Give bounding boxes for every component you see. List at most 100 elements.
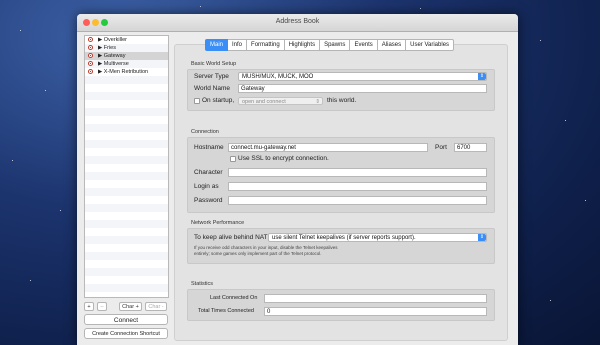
statistics-heading: Statistics [191,281,214,287]
empty-row [85,260,168,268]
server-type-select[interactable]: MUSH/MUX, MUCK, MOO ⇕ [238,72,487,81]
this-world-label: this world. [327,97,357,104]
empty-row [85,100,168,108]
disconnected-icon [88,61,93,66]
settings-panel: Basic World Setup Server Type MUSH/MUX, … [174,44,508,341]
port-field[interactable]: 6700 [454,143,487,152]
tab-user-variables[interactable]: User Variables [406,39,455,51]
world-list[interactable]: ▶ Overkiller ▶ Fries ▶ Gateway ▶ Multive… [84,35,169,298]
empty-row [85,156,168,164]
world-list-item[interactable]: ▶ X-Men Retribution [85,68,168,76]
world-name: ▶ Gateway [98,53,126,59]
title-bar: Address Book [77,14,518,32]
total-times-value: 0 [264,307,487,316]
tab-main[interactable]: Main [205,39,229,51]
updown-chevron-icon: ⇕ [478,73,486,80]
character-label: Character [194,169,223,176]
login-as-label: Login as [194,183,219,190]
keepalive-select[interactable]: use silent Telnet keepalives (if server … [268,233,487,242]
world-list-buttons: + – Char + Char - [84,302,168,312]
on-startup-checkbox[interactable] [194,98,200,104]
world-list-item[interactable]: ▶ Overkiller [85,36,168,44]
tab-spawns[interactable]: Spawns [320,39,351,51]
empty-row [85,268,168,276]
disconnected-icon [88,53,93,58]
basic-world-setup-heading: Basic World Setup [191,61,237,67]
use-ssl-checkbox[interactable] [230,156,236,162]
network-performance-group: To keep alive behind NAT use silent Teln… [187,228,495,264]
world-name: ▶ Overkiller [98,37,127,43]
hostname-field[interactable]: connect.mu-gateway.net [228,143,428,152]
keepalive-value: use silent Telnet keepalives (if server … [272,235,416,241]
connection-heading: Connection [191,129,219,135]
world-name-label: World Name [194,85,231,92]
updown-chevron-icon: ⇕ [478,234,486,241]
tab-highlights[interactable]: Highlights [284,39,321,51]
server-type-label: Server Type [194,73,229,80]
empty-row [85,244,168,252]
settings-tabs: Main Info Formatting Highlights Spawns E… [205,39,455,51]
tab-events[interactable]: Events [350,39,378,51]
empty-row [85,196,168,204]
statistics-group: Last Connected On Total Times Connected … [187,289,495,321]
password-field[interactable] [228,196,487,205]
empty-row [85,132,168,140]
empty-row [85,116,168,124]
add-character-button[interactable]: Char + [119,302,142,311]
updown-chevron-icon: ⇕ [315,99,320,105]
remove-character-button[interactable]: Char - [145,302,167,311]
tab-formatting[interactable]: Formatting [247,39,285,51]
world-name: ▶ X-Men Retribution [98,69,149,75]
last-connected-label: Last Connected On [210,295,258,301]
network-performance-heading: Network Performance [191,220,245,226]
world-list-item-selected[interactable]: ▶ Gateway [85,52,168,60]
port-label: Port [435,144,447,151]
empty-row [85,188,168,196]
empty-row [85,284,168,292]
empty-row [85,108,168,116]
hostname-label: Hostname [194,144,224,151]
character-field[interactable] [228,168,487,177]
world-name-field[interactable]: Gateway [238,84,487,93]
tab-aliases[interactable]: Aliases [377,39,407,51]
total-times-label: Total Times Connected [198,308,254,314]
connect-button[interactable]: Connect [84,314,168,325]
empty-row [85,204,168,212]
keepalive-note: If you receive odd characters in your in… [194,245,374,256]
tab-info[interactable]: Info [228,39,248,51]
world-list-item[interactable]: ▶ Multiverse [85,60,168,68]
empty-row [85,172,168,180]
remove-world-button[interactable]: – [97,302,107,311]
disconnected-icon [88,37,93,42]
create-shortcut-button[interactable]: Create Connection Shortcut [84,328,168,339]
login-as-field[interactable] [228,182,487,191]
keepalive-label: To keep alive behind NAT [194,234,268,241]
empty-row [85,148,168,156]
empty-row [85,220,168,228]
address-book-window: Address Book ▶ Overkiller ▶ Fries ▶ Gate… [77,14,518,345]
empty-row [85,92,168,100]
on-startup-select[interactable]: open and connect ⇕ [238,97,323,105]
password-label: Password [194,197,223,204]
server-type-value: MUSH/MUX, MUCK, MOO [242,74,314,80]
empty-row [85,180,168,188]
use-ssl-label: Use SSL to encrypt connection. [238,155,329,162]
on-startup-value: open and connect [242,99,286,105]
empty-row [85,236,168,244]
disconnected-icon [88,45,93,50]
add-world-button[interactable]: + [84,302,94,311]
empty-row [85,140,168,148]
empty-row [85,228,168,236]
empty-row [85,164,168,172]
empty-row [85,212,168,220]
empty-row [85,276,168,284]
on-startup-label: On startup, [202,97,235,104]
empty-row [85,252,168,260]
empty-row [85,76,168,84]
empty-row [85,124,168,132]
world-list-item[interactable]: ▶ Fries [85,44,168,52]
disconnected-icon [88,69,93,74]
world-name: ▶ Fries [98,45,116,51]
world-name: ▶ Multiverse [98,61,129,67]
empty-row [85,84,168,92]
